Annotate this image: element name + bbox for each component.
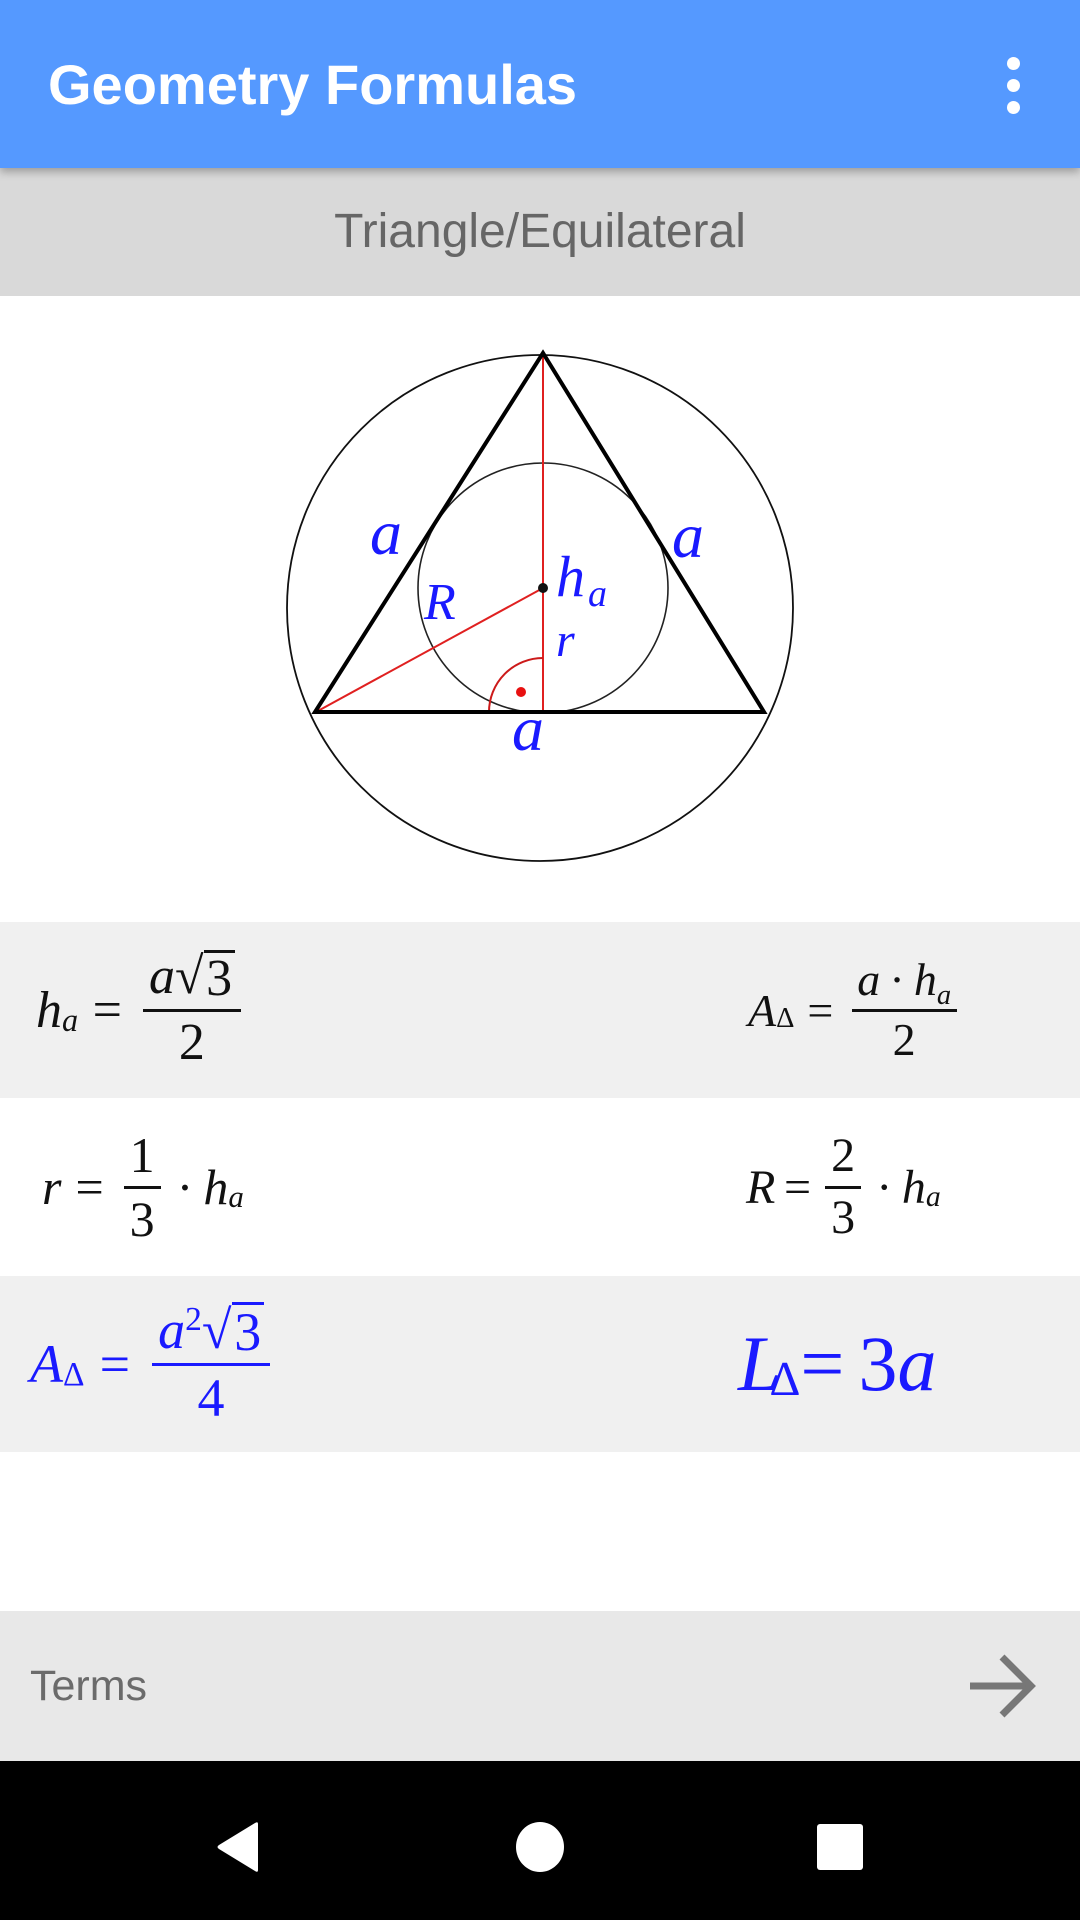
square-root: √ 3: [175, 950, 235, 1005]
fraction-denominator: 2: [178, 1013, 205, 1071]
dot-operator: ·: [176, 1159, 194, 1215]
radicand: 3: [231, 1301, 264, 1359]
label-circumradius: R: [423, 574, 456, 631]
section-title: Triangle/Equilateral: [334, 205, 746, 258]
fraction-bar: [123, 1185, 161, 1189]
formula-symbol: a: [149, 948, 176, 1006]
diagram-svg: a a a h a R r: [286, 349, 794, 862]
formula-coefficient: 3: [858, 1320, 898, 1407]
label-inradius: r: [556, 614, 575, 667]
menu-dot: [1007, 101, 1020, 114]
formula-perimeter: LΔ = 3a: [738, 1276, 936, 1452]
equals-sign: =: [783, 1160, 812, 1214]
formula-circumradius: R = 2 3 · ha: [746, 1098, 941, 1276]
equilateral-triangle-diagram: a a a h a R r: [0, 296, 1080, 922]
label-height: h: [556, 544, 585, 609]
formula-symbol: h: [36, 981, 62, 1039]
formula-subscript: Δ: [769, 1352, 801, 1406]
terms-link[interactable]: Terms: [0, 1611, 1080, 1761]
equals-sign: =: [800, 1320, 845, 1407]
equals-sign: =: [92, 981, 122, 1039]
fraction-numerator: a2 √ 3: [152, 1299, 271, 1360]
square-root: √ 3: [201, 1299, 264, 1360]
fraction: a · ha 2: [851, 954, 957, 1065]
radical-sign: √: [175, 948, 204, 1006]
section-header: Triangle/Equilateral: [0, 168, 1080, 296]
formula-area-by-height: AΔ = a · ha 2: [748, 922, 962, 1098]
fraction-denominator: 3: [831, 1190, 856, 1244]
formula-row-1: ha = a √ 3 2 AΔ = a · ha 2: [0, 922, 1080, 1098]
app-title: Geometry Formulas: [48, 53, 578, 116]
label-side-left: a: [370, 497, 402, 568]
fraction-bar: [151, 1362, 271, 1366]
formula-symbol: a: [857, 954, 881, 1006]
formula-subscript: Δ: [63, 1355, 85, 1393]
fraction: a2 √ 3 4: [151, 1299, 271, 1428]
formula-symbol: h: [203, 1159, 229, 1215]
radicand: 3: [203, 949, 235, 1005]
formula-area: AΔ = a2 √ 3 4: [30, 1276, 277, 1452]
formula-exponent: 2: [185, 1300, 202, 1338]
center-point: [538, 583, 548, 593]
formula-symbol: A: [30, 1334, 63, 1394]
fraction-denominator: 2: [892, 1013, 916, 1065]
formula-subscript: Δ: [776, 1003, 795, 1035]
formula-symbol: a: [158, 1299, 186, 1360]
more-vert-icon[interactable]: [990, 55, 1038, 115]
label-side-right: a: [672, 500, 704, 571]
app-bar: Geometry Formulas: [0, 0, 1080, 168]
back-icon[interactable]: [214, 1821, 264, 1873]
formula-subscript: a: [62, 1001, 79, 1038]
fraction: 1 3: [123, 1127, 161, 1247]
fraction-bar: [142, 1008, 241, 1012]
formula-symbol: R: [746, 1160, 776, 1214]
formula-subscript: a: [936, 980, 952, 1012]
fraction-numerator: a √ 3: [143, 950, 241, 1005]
formula-symbol: a: [897, 1320, 937, 1407]
formula-subscript: a: [228, 1178, 244, 1214]
label-side-bottom: a: [512, 693, 544, 764]
equals-sign: =: [99, 1334, 131, 1394]
home-icon[interactable]: [515, 1821, 565, 1873]
menu-dot: [1007, 79, 1020, 92]
formula-row-2: r = 1 3 · ha R = 2 3 · ha: [0, 1098, 1080, 1276]
fraction-bar: [825, 1185, 861, 1189]
arrow-right-icon[interactable]: [960, 1651, 1040, 1721]
formula-subscript: a: [925, 1179, 941, 1213]
radical-sign: √: [201, 1299, 232, 1360]
formula-height: ha = a √ 3 2: [36, 922, 247, 1098]
label-height-sub: a: [588, 573, 607, 615]
fraction: 2 3: [825, 1129, 861, 1244]
equals-sign: =: [75, 1159, 104, 1215]
formula-inradius: r = 1 3 · ha: [42, 1098, 244, 1276]
equals-sign: =: [807, 984, 834, 1036]
formula-symbol: h: [901, 1160, 926, 1214]
fraction-denominator: 3: [129, 1190, 155, 1247]
fraction-numerator: 1: [129, 1127, 155, 1183]
formula-row-3: AΔ = a2 √ 3 4 LΔ = 3a: [0, 1276, 1080, 1452]
recents-icon[interactable]: [816, 1823, 864, 1871]
fraction-numerator: a · ha: [852, 954, 957, 1010]
system-nav-bar: [0, 1761, 1080, 1920]
dot-operator: ·: [889, 954, 905, 1006]
fraction-numerator: 2: [831, 1129, 856, 1183]
fraction-denominator: 4: [197, 1367, 225, 1428]
dot-operator: ·: [876, 1160, 893, 1214]
fraction: a √ 3 2: [142, 950, 241, 1071]
formula-symbol: A: [748, 984, 777, 1036]
menu-dot: [1007, 57, 1020, 70]
formula-symbol: r: [42, 1159, 62, 1215]
circumcircle: [286, 354, 794, 862]
formula-symbol: h: [913, 954, 937, 1006]
terms-label: Terms: [30, 1662, 148, 1710]
